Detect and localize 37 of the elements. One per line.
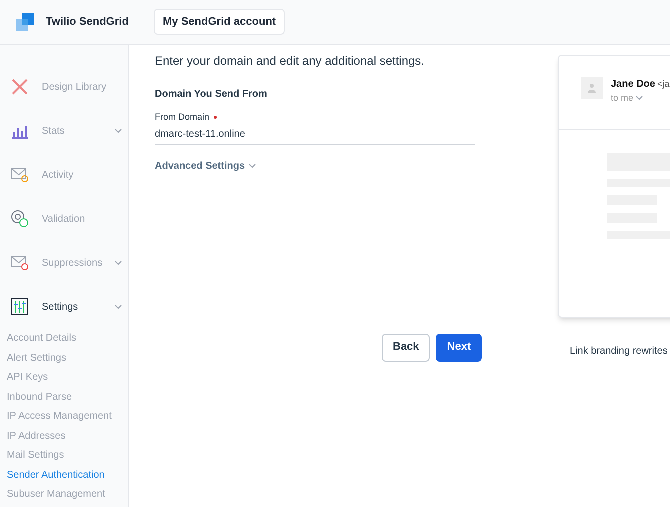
caption-text: Link branding rewrites <box>570 345 669 359</box>
next-button[interactable]: Next <box>436 334 482 362</box>
envelope-block-icon <box>11 255 29 271</box>
nav-subitem[interactable]: IP Access Management <box>0 407 128 426</box>
nav-subitem[interactable]: Subuser Management <box>0 485 128 504</box>
nav-item[interactable]: Stats <box>0 109 128 153</box>
advanced-settings-toggle[interactable]: Advanced Settings <box>155 158 256 174</box>
nav-subitem[interactable]: API Keys <box>0 368 128 388</box>
nav-subitem[interactable]: Inbound Parse <box>0 388 128 407</box>
nav-item[interactable]: Design Library <box>0 65 128 109</box>
sender-email: <ja <box>657 78 670 91</box>
bar-chart-icon <box>11 123 29 139</box>
recipient-text: to me <box>611 92 634 105</box>
nav-subitem[interactable]: Alert Settings <box>0 348 128 368</box>
nav-item[interactable]: Settings <box>0 285 128 329</box>
nav-subitem[interactable]: IP Addresses <box>0 426 128 446</box>
account-button[interactable]: My SendGrid account <box>154 8 286 36</box>
caret-down-icon <box>636 96 643 102</box>
envelope-search-icon <box>11 167 29 183</box>
nav-item[interactable]: Activity <box>0 153 128 197</box>
brand-name: Twilio SendGrid <box>46 14 130 30</box>
sliders-icon <box>11 298 29 316</box>
nav-subitem[interactable]: Account Details <box>0 329 128 348</box>
nav-subitem[interactable]: Sender Authentication <box>0 466 128 485</box>
nav-subitem[interactable]: Mail Settings <box>0 446 128 466</box>
brand-logo-icon <box>16 13 34 31</box>
chevron-down-icon <box>249 164 256 168</box>
nav-item[interactable]: Validation <box>0 197 128 241</box>
intro-text: Enter your domain and edit any additional settings. <box>155 53 426 70</box>
at-check-icon <box>11 210 29 228</box>
field-label: From Domain <box>155 111 210 124</box>
section-title: Domain You Send From <box>155 88 268 102</box>
domain-input-field[interactable]: dmarc-test-11.online <box>155 124 475 144</box>
nav-item[interactable]: Suppressions <box>0 241 128 285</box>
avatar-icon <box>581 77 603 99</box>
back-button[interactable]: Back <box>382 334 430 362</box>
sender-name: Jane Doe <box>611 78 656 92</box>
